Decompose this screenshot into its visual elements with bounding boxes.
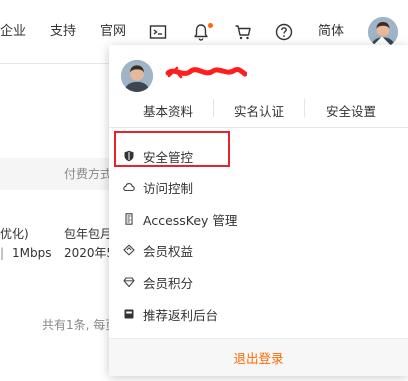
menu-item-accesskey[interactable]: AccessKey 管理 [109,204,408,234]
nav-official-site[interactable]: 官网 [100,24,126,40]
gift-icon [123,308,135,320]
menu-item-member-benefits[interactable]: 会员权益 [109,235,408,265]
key-icon [123,213,135,225]
menu-item-member-points[interactable]: 会员积分 [109,267,408,297]
row-bandwidth: 1Mbps [12,246,52,260]
nav-enterprise[interactable]: 企业 [0,24,26,40]
quick-link-separator [213,99,214,117]
language-switch[interactable]: 简体 [318,24,344,40]
menu-item-label: 推荐返利后台 [143,307,219,323]
logout-label: 退出登录 [233,351,284,366]
menu-item-label: 会员积分 [143,275,194,291]
menu-item-referral-rebates[interactable]: 推荐返利后台 [109,299,408,329]
real-name-auth-link[interactable]: 实名认证 [234,101,284,120]
gem-icon [123,276,135,288]
pagination-text: 共有1条, 每页 [42,318,118,332]
dropdown-divider [109,127,408,128]
diamond-icon [123,244,135,256]
highlight-annotation [114,131,230,167]
terminal-icon[interactable] [148,22,168,42]
security-settings-link[interactable]: 安全设置 [326,101,376,120]
menu-item-label: AccessKey 管理 [143,212,238,228]
row-pay-top: 包年包月 [64,227,113,241]
quick-link-separator [304,99,305,117]
cart-icon[interactable] [233,22,253,42]
help-icon[interactable] [274,22,294,42]
menu-item-label: 会员权益 [143,243,194,259]
notification-dot [208,23,213,28]
menu-item-access-control[interactable]: 访问控制 [109,172,408,202]
redacted-username [165,66,247,79]
row-text-top: 优化) [0,227,29,241]
cloud-icon [123,181,135,193]
row-pay-bottom: 2020年5 [64,246,115,260]
dropdown-avatar [121,60,153,92]
logout-button[interactable]: 退出登录 [109,338,408,376]
basic-info-link[interactable]: 基本资料 [143,101,193,120]
pay-type-header: 付费方式 [64,167,113,181]
account-dropdown: 基本资料 实名认证 安全设置 安全管控 访问控制 AccessKey 管理 会员… [109,45,408,376]
row-divider: | [0,246,5,260]
nav-support[interactable]: 支持 [50,24,76,40]
menu-item-label: 访问控制 [143,180,194,196]
